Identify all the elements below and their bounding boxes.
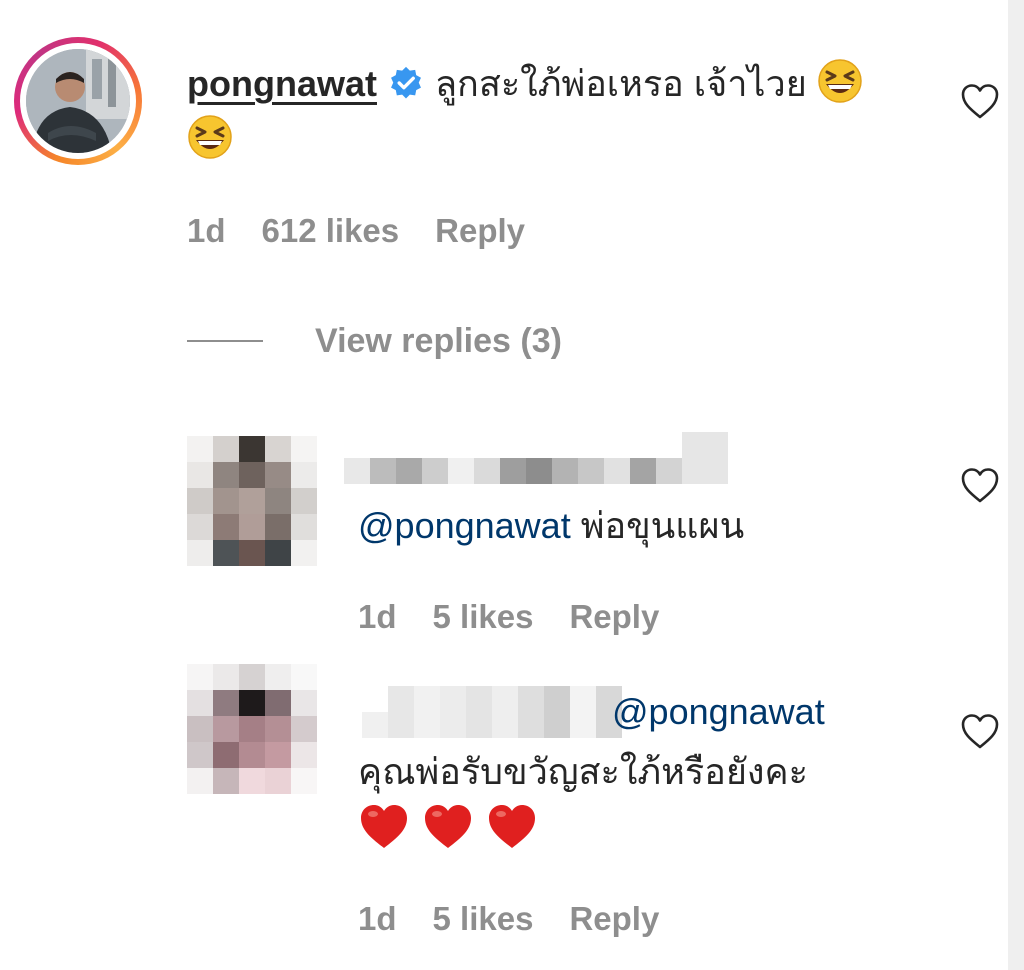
reply-username-pixelated[interactable] (344, 432, 728, 484)
reply-emojis (358, 796, 550, 852)
screen-edge (1008, 0, 1024, 970)
reply-meta: 1d 5 likes Reply (358, 900, 695, 938)
reply-meta: 1d 5 likes Reply (358, 598, 695, 636)
mention-link[interactable]: @pongnawat (612, 691, 825, 732)
heart-outline-icon[interactable] (960, 466, 1000, 504)
verified-badge-icon (389, 60, 423, 99)
reply-text: @pongnawat พ่อขุนแผน (358, 498, 744, 554)
reply-message: พ่อขุนแผน (580, 505, 745, 546)
user-avatar-story-ring[interactable] (14, 37, 142, 165)
reply-reply-button[interactable]: Reply (569, 598, 659, 635)
mention-link[interactable]: @pongnawat (358, 505, 571, 546)
comment-likes-link[interactable]: 612 likes (262, 212, 400, 249)
avatar-photo (26, 49, 130, 153)
grinning-squinting-face-emoji (187, 114, 233, 160)
comment-meta: 1d 612 likes Reply (187, 212, 561, 250)
comment-timestamp: 1d (187, 212, 226, 249)
reply-text: คุณพ่อรับขวัญสะใภ้หรือยังคะ (358, 744, 808, 800)
reply-message: คุณพ่อรับขวัญสะใภ้หรือยังคะ (358, 751, 808, 792)
reply-likes-link[interactable]: 5 likes (433, 598, 534, 635)
main-comment-body: pongnawat ลูกสะใภ้พ่อเหรอ เจ้าไวย (187, 56, 917, 168)
reply-mention-line: @pongnawat (612, 684, 825, 740)
grinning-squinting-face-emoji (817, 58, 863, 104)
red-heart-emoji (486, 802, 538, 850)
reply-avatar-pixelated[interactable] (187, 436, 317, 566)
comment-text: ลูกสะใภ้พ่อเหรอ เจ้าไวย (434, 63, 807, 104)
reply-avatar-pixelated[interactable] (187, 664, 317, 794)
view-replies-label: View replies (3) (315, 321, 562, 360)
reply-likes-link[interactable]: 5 likes (433, 900, 534, 937)
comment-username[interactable]: pongnawat (187, 63, 377, 104)
reply-reply-button[interactable]: Reply (569, 900, 659, 937)
red-heart-emoji (358, 802, 410, 850)
divider-line (187, 340, 263, 342)
reply-username-pixelated[interactable] (362, 686, 622, 738)
heart-outline-icon[interactable] (960, 712, 1000, 750)
view-replies-toggle[interactable]: View replies (3) (187, 316, 562, 366)
red-heart-emoji (422, 802, 474, 850)
comment-reply-button[interactable]: Reply (435, 212, 525, 249)
heart-outline-icon[interactable] (960, 82, 1000, 120)
reply-timestamp: 1d (358, 598, 397, 635)
reply-timestamp: 1d (358, 900, 397, 937)
